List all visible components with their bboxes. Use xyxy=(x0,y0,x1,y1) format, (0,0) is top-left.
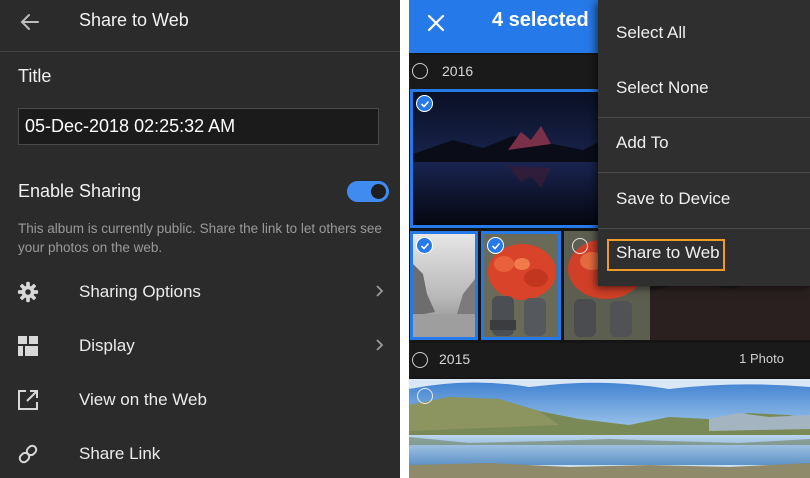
page-title: Share to Web xyxy=(79,10,189,30)
enable-sharing-toggle[interactable] xyxy=(347,181,389,202)
menu-item-label: Save to Device xyxy=(616,189,731,208)
menu-item-label: Add To xyxy=(616,133,669,152)
section-select-radio[interactable] xyxy=(412,352,428,368)
unselected-radio[interactable] xyxy=(417,388,433,404)
panorama-lake-photo xyxy=(409,379,810,478)
selected-check-icon[interactable] xyxy=(416,237,433,254)
gear-icon xyxy=(16,280,40,304)
photo-thumbnail[interactable] xyxy=(410,231,478,340)
share-link-row[interactable]: Share Link xyxy=(0,434,400,474)
display-label: Display xyxy=(79,336,135,355)
menu-item-label: Select All xyxy=(616,23,686,42)
section-year: 2016 xyxy=(442,63,474,79)
photo-selection-panel: 2016 2015 1 Photo 4 selected Select All … xyxy=(409,0,810,478)
section-year: 2015 xyxy=(439,351,471,367)
menu-item-select-all[interactable]: Select All xyxy=(598,7,810,62)
header-bar: Share to Web xyxy=(0,0,400,52)
chevron-right-icon xyxy=(376,339,384,351)
share-to-web-panel: Share to Web Title Enable Sharing This a… xyxy=(0,0,400,478)
sharing-description: This album is currently public. Share th… xyxy=(18,221,382,255)
photo-thumbnail[interactable] xyxy=(409,379,810,478)
menu-item-save-to-device[interactable]: Save to Device xyxy=(598,173,810,228)
back-button[interactable] xyxy=(16,8,44,36)
menu-item-label: Select None xyxy=(616,78,709,97)
display-row[interactable]: Display xyxy=(0,326,400,366)
photo-thumbnail[interactable] xyxy=(481,231,561,340)
menu-item-add-to[interactable]: Add To xyxy=(598,117,810,172)
title-label: Title xyxy=(18,66,52,86)
view-on-web-label: View on the Web xyxy=(79,390,207,409)
selected-check-icon[interactable] xyxy=(416,95,433,112)
panel-divider xyxy=(400,0,409,478)
photo-count: 1 Photo xyxy=(739,351,784,366)
view-on-web-row[interactable]: View on the Web xyxy=(0,380,400,420)
section-header-2015: 2015 1 Photo xyxy=(409,343,810,377)
unselected-radio[interactable] xyxy=(572,238,588,254)
close-icon xyxy=(427,14,445,32)
enable-sharing-label: Enable Sharing xyxy=(18,181,142,201)
title-input[interactable] xyxy=(18,108,379,145)
selected-check-icon[interactable] xyxy=(487,237,504,254)
share-link-label: Share Link xyxy=(79,444,161,463)
highlight-box xyxy=(607,239,725,271)
link-icon xyxy=(16,442,40,466)
grid-layout-icon xyxy=(16,334,40,358)
sharing-options-label: Sharing Options xyxy=(79,282,201,301)
toggle-knob xyxy=(371,184,386,199)
menu-item-select-none[interactable]: Select None xyxy=(598,62,810,117)
close-selection-button[interactable] xyxy=(423,10,449,36)
section-select-radio[interactable] xyxy=(412,63,428,79)
overflow-menu: Select All Select None Add To Save to De… xyxy=(598,0,810,286)
back-arrow-icon xyxy=(20,14,39,30)
chevron-right-icon xyxy=(376,285,384,297)
sharing-options-row[interactable]: Sharing Options xyxy=(0,272,400,312)
selected-count: 4 selected xyxy=(492,9,589,31)
external-link-icon xyxy=(16,388,40,412)
